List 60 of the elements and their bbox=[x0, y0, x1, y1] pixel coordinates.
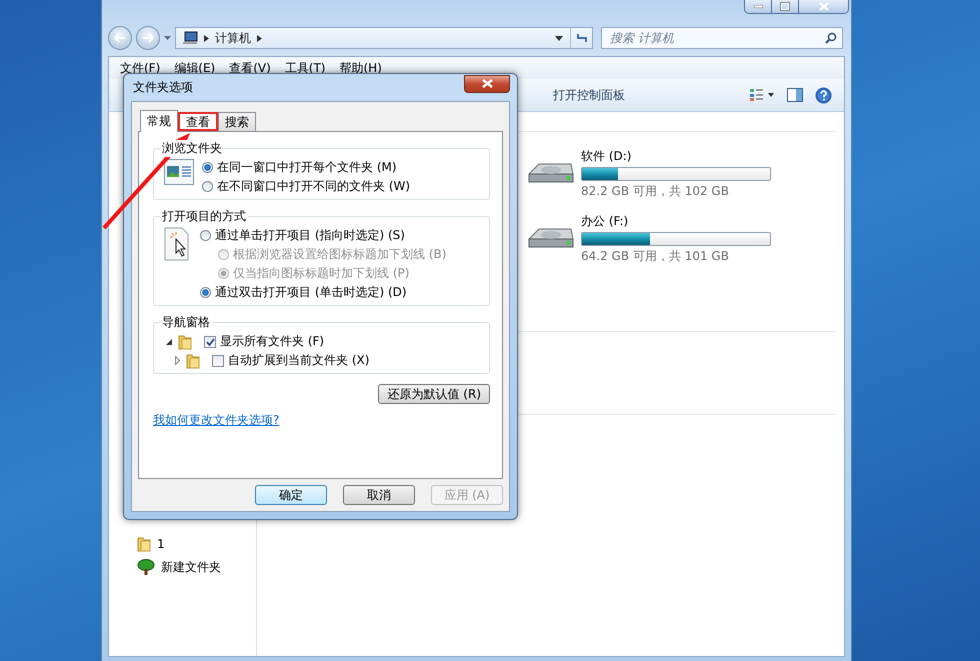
back-button[interactable] bbox=[108, 26, 132, 50]
chevron-icon bbox=[204, 34, 209, 42]
tab[interactable]: 常规 bbox=[140, 110, 178, 132]
forward-arrow-icon bbox=[142, 33, 154, 43]
close-icon bbox=[482, 79, 492, 88]
breadcrumb[interactable]: 计算机 bbox=[215, 30, 251, 46]
preview-pane-icon[interactable] bbox=[785, 86, 805, 104]
tab[interactable]: 搜索 bbox=[218, 112, 256, 131]
drive-name[interactable]: 软件 (D:) bbox=[581, 148, 771, 165]
close-button[interactable] bbox=[798, 0, 848, 13]
drive-capacity: 64.2 GB 可用，共 101 GB bbox=[581, 248, 730, 265]
address-bar[interactable]: 计算机 bbox=[175, 27, 593, 49]
help-link[interactable]: 我如何更改文件夹选项? bbox=[153, 413, 280, 427]
chevron-icon bbox=[257, 34, 262, 42]
group-title: 打开项目的方式 bbox=[160, 208, 248, 225]
nav-item[interactable]: 1 bbox=[137, 536, 256, 552]
menu-item[interactable]: 编辑(E) bbox=[169, 58, 220, 78]
back-arrow-icon bbox=[114, 33, 126, 43]
folder-icon bbox=[137, 536, 151, 552]
search-field[interactable]: 搜索 计算机 bbox=[601, 27, 843, 49]
menu-item[interactable]: 查看(V) bbox=[224, 58, 276, 78]
close-button[interactable] bbox=[464, 74, 510, 92]
nav-item[interactable]: 新建文件夹 bbox=[137, 558, 256, 576]
refresh-icon bbox=[574, 32, 588, 44]
view-options-icon[interactable] bbox=[747, 86, 777, 104]
forward-button[interactable] bbox=[136, 26, 160, 50]
help-icon[interactable] bbox=[813, 84, 834, 106]
drive-name[interactable]: 办公 (F:) bbox=[581, 213, 771, 230]
caret-icon bbox=[555, 36, 563, 40]
tab[interactable]: 查看 bbox=[178, 112, 218, 131]
window-icon bbox=[164, 159, 194, 185]
checkbox-option[interactable]: 自动扩展到当前文件夹 (X) bbox=[212, 352, 370, 369]
radio-option[interactable]: 通过双击打开项目 (单击时选定) (D) bbox=[200, 284, 446, 301]
computer-icon bbox=[182, 31, 198, 45]
menu-item[interactable]: 工具(T) bbox=[280, 58, 330, 78]
minimize-button[interactable] bbox=[745, 0, 771, 13]
history-caret-icon[interactable] bbox=[164, 36, 171, 40]
checkmark-icon bbox=[206, 338, 214, 346]
folder-icon bbox=[178, 334, 192, 350]
menu-item[interactable]: 文件(F) bbox=[115, 58, 166, 78]
minimize-icon bbox=[754, 5, 762, 8]
toolbar-button[interactable]: 打开控制面板 bbox=[549, 84, 629, 106]
folder-icon bbox=[186, 352, 200, 368]
radio-option[interactable]: 在不同窗口中打开不同的文件夹 (W) bbox=[202, 178, 410, 195]
maximize-button[interactable] bbox=[771, 0, 798, 13]
group-title: 导航窗格 bbox=[160, 314, 212, 331]
close-icon bbox=[818, 2, 828, 11]
radio-option[interactable]: 在同一窗口中打开每个文件夹 (M) bbox=[202, 159, 410, 176]
search-icon bbox=[825, 32, 837, 44]
dialog-title: 文件夹选项 bbox=[132, 79, 193, 96]
dialog-button[interactable]: 确定 bbox=[255, 485, 327, 505]
dialog-button[interactable]: 取消 bbox=[343, 485, 415, 505]
tree-icon bbox=[137, 558, 155, 576]
maximize-icon bbox=[780, 2, 790, 11]
drive-capacity: 82.2 GB 可用，共 102 GB bbox=[581, 183, 730, 200]
restore-defaults-button[interactable]: 还原为默认值 (R) bbox=[378, 384, 490, 404]
radio-option[interactable]: 通过单击打开项目 (指向时选定) (S) bbox=[200, 227, 446, 244]
group-title: 浏览文件夹 bbox=[160, 140, 224, 157]
menu-item[interactable]: 帮助(H) bbox=[334, 58, 387, 78]
checkbox-option[interactable]: 显示所有文件夹 (F) bbox=[204, 333, 324, 350]
